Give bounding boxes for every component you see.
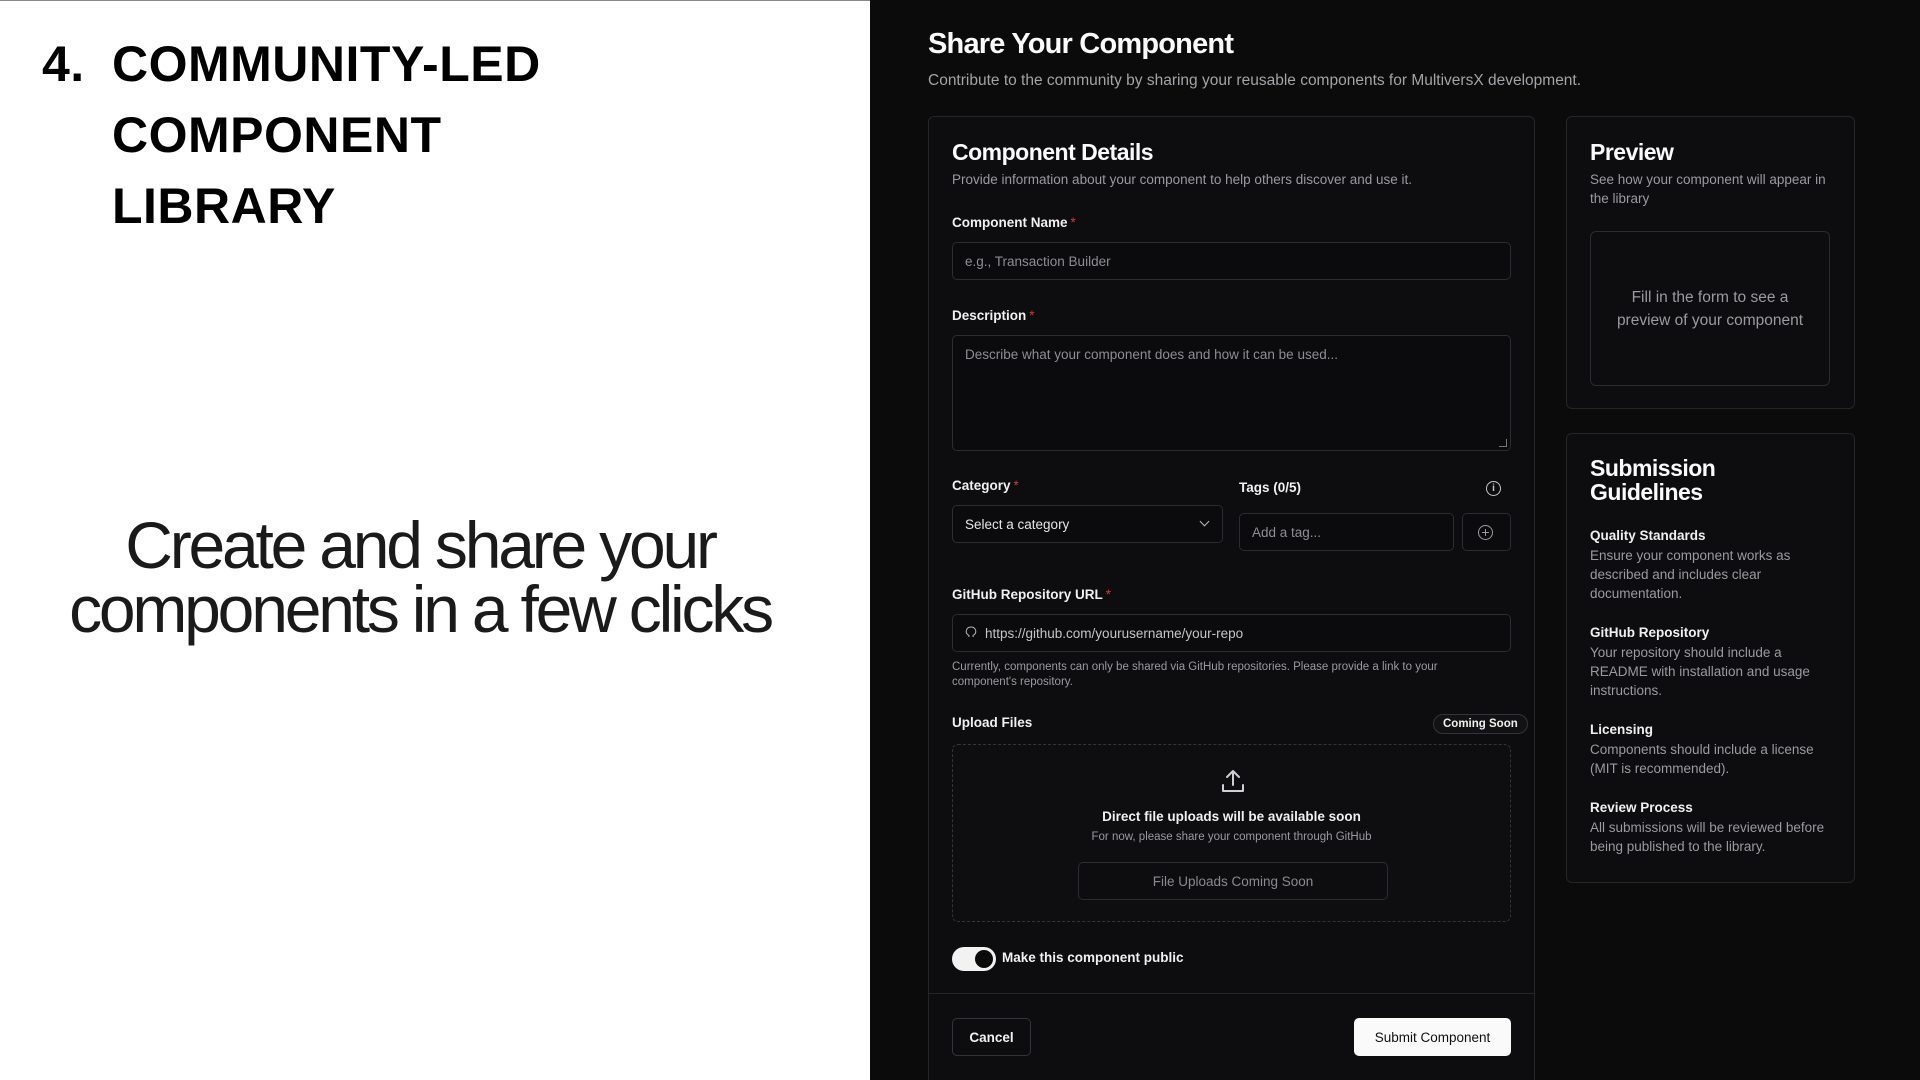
tagline-line-1: Create and share your: [125, 508, 718, 582]
app-panel: Share Your Component Contribute to the c…: [870, 0, 1920, 1080]
description-label: Description *: [952, 308, 1035, 323]
slide-heading: 4. COMMUNITY-LED COMPONENT LIBRARY: [42, 29, 541, 242]
upload-subtitle: For now, please share your component thr…: [1091, 831, 1372, 843]
upload-icon: [1222, 770, 1244, 792]
public-toggle[interactable]: [952, 947, 996, 971]
resize-handle-icon[interactable]: [1499, 439, 1507, 447]
upload-dropzone: Direct file uploads will be available so…: [952, 744, 1511, 922]
guideline-licensing: Licensing Components should include a li…: [1590, 722, 1814, 776]
page-subtitle: Contribute to the community by sharing y…: [928, 72, 1582, 89]
plus-circle-icon: [1478, 525, 1493, 540]
heading-line-2: COMPONENT: [112, 107, 442, 163]
details-description: Provide information about your component…: [952, 172, 1413, 187]
github-url-label: GitHub Repository URL *: [952, 587, 1112, 602]
info-icon[interactable]: i: [1486, 481, 1501, 496]
component-name-input[interactable]: e.g., Transaction Builder: [952, 242, 1511, 280]
guideline-github: GitHub Repository Your repository should…: [1590, 625, 1810, 698]
guideline-quality: Quality Standards Ensure your component …: [1590, 528, 1791, 601]
guidelines-card: Submission Guidelines Quality Standards …: [1566, 433, 1855, 883]
submit-component-button[interactable]: Submit Component: [1354, 1018, 1511, 1056]
preview-empty-state: Fill in the form to see a preview of you…: [1590, 231, 1830, 386]
coming-soon-badge: Coming Soon: [1433, 714, 1528, 734]
slide-tagline: Create and share your components in a fe…: [40, 508, 800, 646]
upload-files-label: Upload Files: [952, 715, 1033, 730]
heading-line-1: COMMUNITY-LED: [112, 36, 541, 92]
preview-description: See how your component will appear in th…: [1590, 172, 1826, 206]
category-select[interactable]: Select a category: [952, 505, 1223, 543]
file-uploads-button[interactable]: File Uploads Coming Soon: [1078, 862, 1388, 900]
tags-label: Tags (0/5): [1239, 480, 1302, 495]
preview-card: Preview See how your component will appe…: [1566, 116, 1855, 409]
component-details-card: Component Details Provide information ab…: [928, 116, 1535, 1080]
tag-input[interactable]: Add a tag...: [1239, 513, 1454, 551]
github-icon: [965, 626, 977, 637]
github-url-input[interactable]: https://github.com/yourusername/your-rep…: [952, 614, 1511, 652]
add-tag-button[interactable]: [1462, 513, 1511, 551]
preview-title: Preview: [1590, 139, 1674, 165]
footer-divider: [929, 993, 1534, 994]
tagline-line-2: components in a few clicks: [69, 572, 774, 646]
upload-title: Direct file uploads will be available so…: [1102, 809, 1361, 824]
page-title: Share Your Component: [928, 28, 1234, 60]
slide-panel: 4. COMMUNITY-LED COMPONENT LIBRARY Create…: [0, 0, 870, 1080]
github-help-text: Currently, components can only be shared…: [952, 661, 1438, 688]
guideline-review: Review Process All submissions will be r…: [1590, 800, 1825, 854]
chevron-down-icon: [1199, 516, 1210, 527]
description-textarea[interactable]: Describe what your component does and ho…: [952, 335, 1511, 451]
public-toggle-label: Make this component public: [1002, 950, 1184, 965]
heading-line-3: LIBRARY: [112, 178, 336, 234]
guidelines-title: Submission Guidelines: [1590, 455, 1716, 505]
cancel-button[interactable]: Cancel: [952, 1018, 1031, 1056]
category-label: Category *: [952, 478, 1019, 493]
toggle-knob: [975, 950, 993, 968]
details-title: Component Details: [952, 139, 1154, 165]
heading-number: 4.: [42, 36, 85, 92]
component-name-label: Component Name *: [952, 215, 1076, 230]
